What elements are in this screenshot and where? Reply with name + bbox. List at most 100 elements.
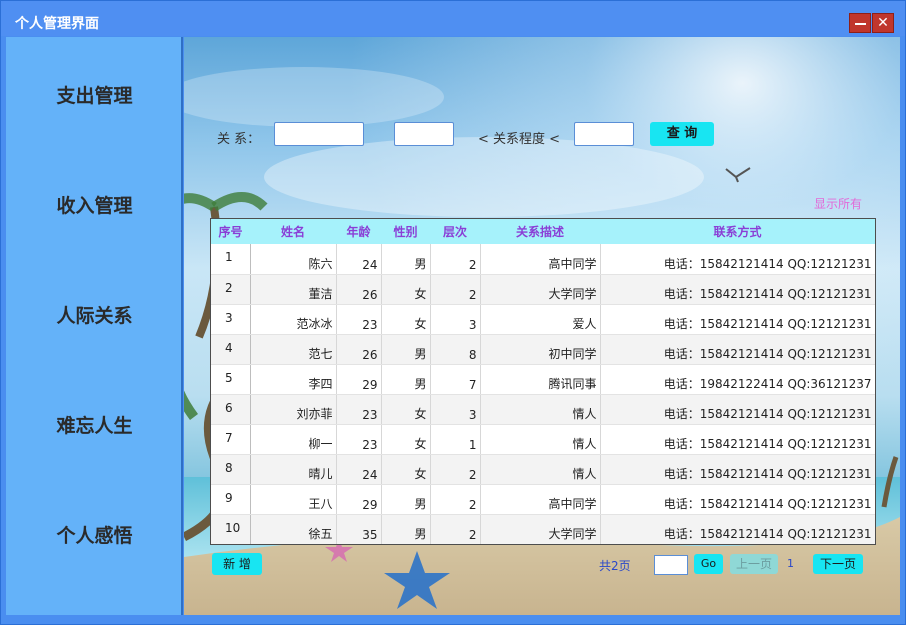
cell-level: 2 [430,484,481,515]
cell-name: 晴儿 [250,454,337,485]
cell-gender: 女 [381,454,431,485]
cell-relation: 大学同学 [480,514,601,544]
seagull-icon [725,167,751,183]
sidebar-item-relationships[interactable]: 人际关系 [6,301,183,328]
cell-age: 26 [336,274,382,305]
cell-seq: 1 [211,244,251,275]
table-row[interactable]: 8 晴儿 24 女 2 情人 电话：15842121414 QQ:12121231 [211,454,875,485]
show-all-link[interactable]: 显示所有 [814,195,862,212]
sidebar-item-reflections[interactable]: 个人感悟 [6,521,183,548]
table-row[interactable]: 4 范七 26 男 8 初中同学 电话：15842121414 QQ:12121231 [211,334,875,365]
column-header-seq[interactable]: 序号 [211,219,250,244]
current-page-indicator: 1 [787,557,794,570]
cell-name: 柳一 [250,424,337,455]
cell-name: 刘亦菲 [250,394,337,425]
cell-relation: 爱人 [480,304,601,335]
cell-name: 王八 [250,484,337,515]
cell-relation: 高中同学 [480,244,601,275]
cell-seq: 5 [211,364,251,395]
cell-level: 7 [430,364,481,395]
cell-contact: 电话：15842121414 QQ:12121231 [600,274,875,305]
column-header-gender[interactable]: 性别 [381,219,430,244]
cell-relation: 腾讯同事 [480,364,601,395]
relation-secondary-input[interactable] [394,122,454,146]
previous-page-button[interactable]: 上一页 [730,554,778,574]
table-row[interactable]: 5 李四 29 男 7 腾讯同事 电话：19842122414 QQ:36121237 [211,364,875,395]
table-row[interactable]: 7 柳一 23 女 1 情人 电话：15842121414 QQ:12121231 [211,424,875,455]
cell-age: 35 [336,514,382,544]
cell-gender: 女 [381,424,431,455]
cell-seq: 10 [211,514,251,544]
cell-gender: 女 [381,274,431,305]
table-row[interactable]: 10 徐五 35 男 2 大学同学 电话：15842121414 QQ:12121231 [211,514,875,544]
column-header-name[interactable]: 姓名 [250,219,336,244]
add-button[interactable]: 新 增 [212,553,262,575]
sidebar-item-expense[interactable]: 支出管理 [6,81,183,108]
cell-contact: 电话：19842122414 QQ:36121237 [600,364,875,395]
cell-name: 范七 [250,334,337,365]
cell-age: 29 [336,484,382,515]
sidebar-item-memories[interactable]: 难忘人生 [6,411,183,438]
table-row[interactable]: 6 刘亦菲 23 女 3 情人 电话：15842121414 QQ:12121231 [211,394,875,425]
table-row[interactable]: 3 范冰冰 23 女 3 爱人 电话：15842121414 QQ:12121231 [211,304,875,335]
cell-level: 1 [430,424,481,455]
column-header-relation[interactable]: 关系描述 [480,219,600,244]
minimize-button[interactable] [849,13,871,33]
table-row[interactable]: 1 陈六 24 男 2 高中同学 电话：15842121414 QQ:12121231 [211,244,875,275]
total-pages-label: 共2页 [599,559,631,573]
table-row[interactable]: 9 王八 29 男 2 高中同学 电话：15842121414 QQ:12121231 [211,484,875,515]
cell-gender: 女 [381,394,431,425]
cell-seq: 3 [211,304,251,335]
cell-name: 陈六 [250,244,337,275]
next-page-button[interactable]: 下一页 [813,554,863,574]
cell-level: 3 [430,304,481,335]
sidebar-item-income[interactable]: 收入管理 [6,191,183,218]
starfish-icon [384,551,450,609]
cell-gender: 男 [381,334,431,365]
relation-label: 关 系： [217,132,261,147]
cell-level: 2 [430,274,481,305]
table-row[interactable]: 2 董洁 26 女 2 大学同学 电话：15842121414 QQ:12121231 [211,274,875,305]
cell-contact: 电话：15842121414 QQ:12121231 [600,304,875,335]
column-header-age[interactable]: 年龄 [336,219,381,244]
cell-level: 2 [430,514,481,544]
cell-age: 24 [336,454,382,485]
table-header-row: 序号 姓名 年龄 性别 层次 关系描述 联系方式 [211,219,875,244]
cell-level: 8 [430,334,481,365]
cell-gender: 男 [381,244,431,275]
sidebar-nav: 支出管理 收入管理 人际关系 难忘人生 个人感悟 [6,37,183,615]
cell-relation: 情人 [480,454,601,485]
window-title: 个人管理界面 [15,16,99,32]
cell-age: 23 [336,394,382,425]
cell-seq: 4 [211,334,251,365]
cell-seq: 2 [211,274,251,305]
cell-gender: 女 [381,304,431,335]
cell-name: 徐五 [250,514,337,544]
go-button[interactable]: Go [694,554,723,574]
title-bar[interactable]: 个人管理界面 ✕ [1,1,905,36]
table-body: 1 陈六 24 男 2 高中同学 电话：15842121414 QQ:12121231 2 董洁… [211,244,875,544]
cell-seq: 8 [211,454,251,485]
cell-level: 2 [430,454,481,485]
query-button[interactable]: 查 询 [650,122,714,146]
cell-level: 3 [430,394,481,425]
cell-relation: 情人 [480,424,601,455]
close-icon: ✕ [877,15,889,31]
relation-degree-input[interactable] [574,122,634,146]
cell-name: 范冰冰 [250,304,337,335]
page-number-input[interactable] [654,555,688,575]
cell-age: 29 [336,364,382,395]
cell-age: 26 [336,334,382,365]
column-header-contact[interactable]: 联系方式 [600,219,875,244]
cell-contact: 电话：15842121414 QQ:12121231 [600,394,875,425]
cell-contact: 电话：15842121414 QQ:12121231 [600,484,875,515]
cell-gender: 男 [381,484,431,515]
close-button[interactable]: ✕ [872,13,894,33]
main-panel: 关 系： < 关系程度 < 查 询 显示所有 序号 姓名 年龄 性别 层次 关系… [184,37,900,615]
cell-contact: 电话：15842121414 QQ:12121231 [600,334,875,365]
relation-input[interactable] [274,122,364,146]
cell-level: 2 [430,244,481,275]
cell-contact: 电话：15842121414 QQ:12121231 [600,244,875,275]
column-header-level[interactable]: 层次 [430,219,480,244]
relation-degree-label: < 关系程度 < [478,132,561,147]
